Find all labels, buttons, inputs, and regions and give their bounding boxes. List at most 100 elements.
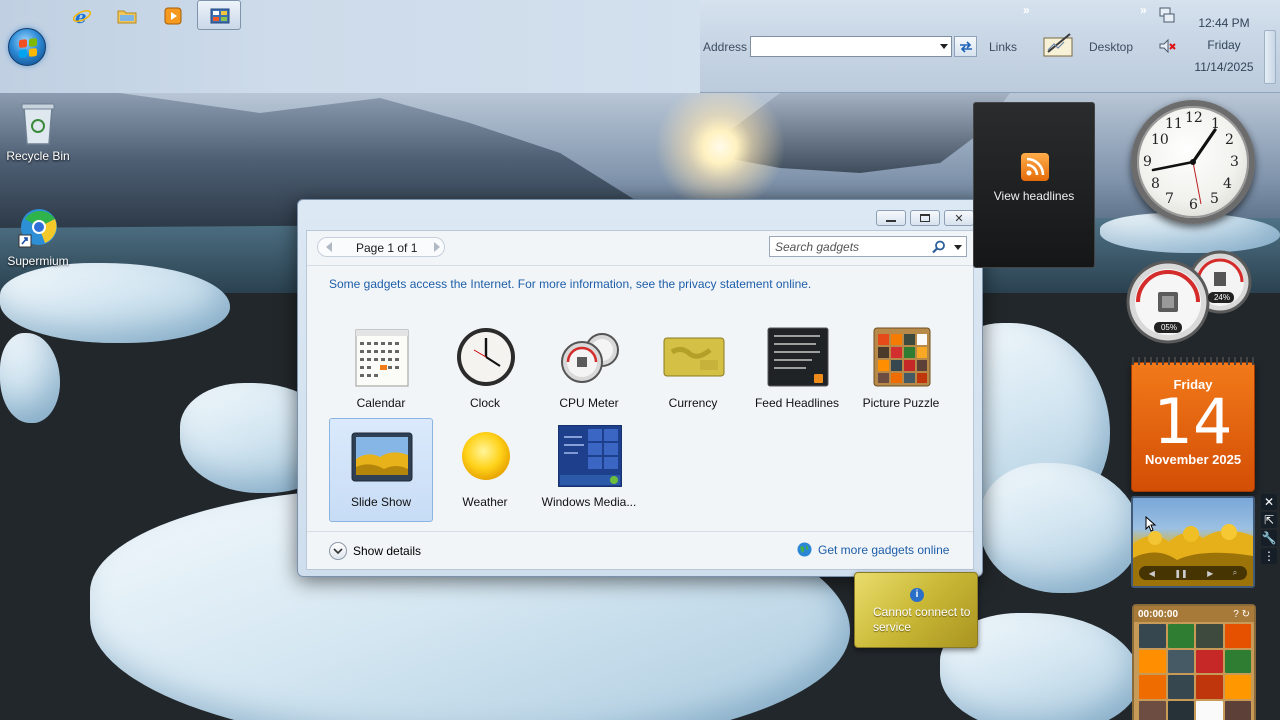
search-gadgets-field[interactable]: Search gadgets: [769, 236, 967, 257]
close-gadget-icon[interactable]: ✕: [1261, 494, 1277, 510]
privacy-info-link[interactable]: Some gadgets access the Internet. For mo…: [329, 277, 811, 291]
pause-icon[interactable]: ❚❚: [1174, 569, 1187, 578]
search-placeholder: Search gadgets: [775, 240, 860, 254]
internet-explorer-quicklaunch[interactable]: e: [70, 4, 94, 28]
currency-icon: [663, 337, 725, 377]
currency-gadget[interactable]: i Cannot connect to service: [854, 572, 978, 648]
system-clock[interactable]: 12:44 PM Friday 11/14/2025: [1179, 12, 1269, 78]
show-desktop-button[interactable]: [1040, 30, 1076, 60]
windows-logo-icon: [19, 38, 37, 58]
get-more-gadgets-link[interactable]: Get more gadgets online: [797, 542, 949, 557]
desktop-toolbar-label[interactable]: Desktop: [1089, 40, 1133, 54]
volume-tray-icon[interactable]: [1158, 37, 1176, 58]
desktop-overflow-chevron-icon[interactable]: »: [1140, 3, 1147, 17]
search-icon[interactable]: [932, 240, 946, 254]
address-field[interactable]: [750, 36, 952, 57]
page-indicator: Page 1 of 1: [356, 241, 418, 255]
recycle-bin-shortcut[interactable]: Recycle Bin: [2, 100, 74, 163]
supermium-shortcut[interactable]: Supermium: [2, 205, 74, 268]
gadget-label: Calendar: [356, 396, 406, 410]
feed-headlines-gadget[interactable]: View headlines: [973, 102, 1095, 268]
show-details-button[interactable]: Show details: [329, 542, 421, 560]
gadget-currency[interactable]: Currency: [641, 319, 745, 423]
links-toolbar-label[interactable]: Links: [989, 40, 1017, 54]
calendar-gadget[interactable]: Friday 14 November 2025: [1131, 357, 1256, 492]
divider: [307, 531, 973, 532]
gadget-label: Feed Headlines: [754, 396, 840, 410]
network-tray-icon[interactable]: [1158, 6, 1176, 27]
gadget-weather[interactable]: Weather: [433, 418, 537, 522]
calendar-day: 14: [1153, 385, 1233, 458]
gadget-toolbar: ✕ ⇱ 🔧 ⋮: [1261, 494, 1279, 574]
network-icon: [1159, 7, 1175, 23]
picture-puzzle-gadget[interactable]: 00:00:00 ? ↻: [1132, 604, 1256, 720]
desktop-icon-label: Recycle Bin: [6, 149, 70, 163]
view-icon[interactable]: ⌕: [1233, 568, 1237, 578]
gadget-gallery-window: ✕ Page 1 of 1 Search gadgets Some gadget…: [297, 199, 983, 577]
gadget-picture-puzzle[interactable]: Picture Puzzle: [849, 319, 953, 423]
address-go-button[interactable]: [954, 36, 977, 57]
maximize-icon: [920, 214, 930, 222]
currency-status-message: Cannot connect to service: [873, 605, 971, 634]
gadget-feed-headlines[interactable]: Feed Headlines: [745, 319, 849, 423]
chevron-down-icon[interactable]: [954, 245, 962, 250]
analog-clock-gadget[interactable]: 12 3 6 9 1 2 4 5 7 8 10 11: [1131, 100, 1255, 224]
close-icon: ✕: [954, 212, 964, 225]
gadget-label: Currency: [668, 396, 718, 410]
minimize-button[interactable]: [876, 210, 906, 226]
get-more-label: Get more gadgets online: [818, 542, 950, 557]
feed-headlines-icon: [767, 327, 829, 387]
rss-icon: [1021, 153, 1049, 181]
picture-puzzle-icon: [873, 327, 931, 387]
calendar-rings: [1132, 357, 1256, 365]
taskbar: e Address Links Desktop » » 12:44 PM Fri…: [0, 0, 1280, 93]
larger-size-icon[interactable]: ⇱: [1261, 512, 1277, 528]
gadget-label: Weather: [462, 495, 508, 509]
puzzle-help-icon[interactable]: ? ↻: [1233, 609, 1250, 620]
slide-show-controls: ◀ ❚❚ ▶ ⌕: [1139, 566, 1247, 580]
calendar-icon: [355, 329, 409, 387]
recycle-bin-icon: [21, 103, 55, 145]
gadget-cpu-meter[interactable]: CPU Meter: [537, 319, 641, 423]
gadget-label: CPU Meter: [559, 396, 619, 410]
chevron-down-icon[interactable]: [940, 44, 948, 49]
desktop-icon-label: Supermium: [7, 254, 69, 268]
gadget-calendar[interactable]: Calendar: [329, 319, 433, 423]
previous-icon[interactable]: ◀: [1149, 569, 1155, 578]
options-wrench-icon[interactable]: 🔧: [1261, 530, 1277, 546]
info-icon: i: [910, 588, 924, 602]
previous-page-icon[interactable]: [326, 242, 332, 252]
start-button[interactable]: [8, 28, 46, 66]
view-headlines-label: View headlines: [993, 189, 1075, 203]
puzzle-header: 00:00:00 ? ↻: [1134, 606, 1254, 622]
gadget-clock[interactable]: Clock: [433, 319, 537, 423]
slide-show-gadget[interactable]: ◀ ❚❚ ▶ ⌕: [1131, 496, 1255, 588]
divider: [307, 265, 973, 266]
explorer-quicklaunch[interactable]: [115, 4, 139, 28]
calendar-month-year: November 2025: [1144, 452, 1242, 467]
close-button[interactable]: ✕: [944, 210, 974, 226]
puzzle-grid[interactable]: [1139, 624, 1251, 720]
clock-day: Friday: [1207, 38, 1241, 52]
clock-icon: [457, 328, 515, 386]
sun-glow: [655, 93, 785, 213]
next-icon[interactable]: ▶: [1207, 569, 1213, 578]
media-player-icon: [164, 7, 182, 25]
gadgets-taskbar-button[interactable]: [197, 0, 241, 30]
gallery-content: Page 1 of 1 Search gadgets Some gadgets …: [306, 230, 974, 570]
gadget-slide-show[interactable]: Slide Show: [329, 418, 433, 522]
gadget-windows-media[interactable]: Windows Media...: [537, 418, 641, 522]
show-desktop-strip[interactable]: [1264, 30, 1276, 84]
next-page-icon[interactable]: [434, 242, 440, 252]
cpu-meter-icon: [561, 333, 619, 383]
links-overflow-chevron-icon[interactable]: »: [1023, 3, 1030, 17]
cpu-meter-gadget[interactable]: 05% 24%: [1124, 250, 1254, 344]
clock-hands: [1151, 128, 1217, 205]
media-player-quicklaunch[interactable]: [161, 4, 185, 28]
drag-handle-icon[interactable]: ⋮: [1261, 548, 1277, 564]
gadget-label: Windows Media...: [541, 495, 637, 509]
maximize-button[interactable]: [910, 210, 940, 226]
taskbar-left-zone: [0, 0, 700, 93]
address-label: Address: [703, 40, 748, 54]
supermium-icon: [18, 209, 57, 248]
